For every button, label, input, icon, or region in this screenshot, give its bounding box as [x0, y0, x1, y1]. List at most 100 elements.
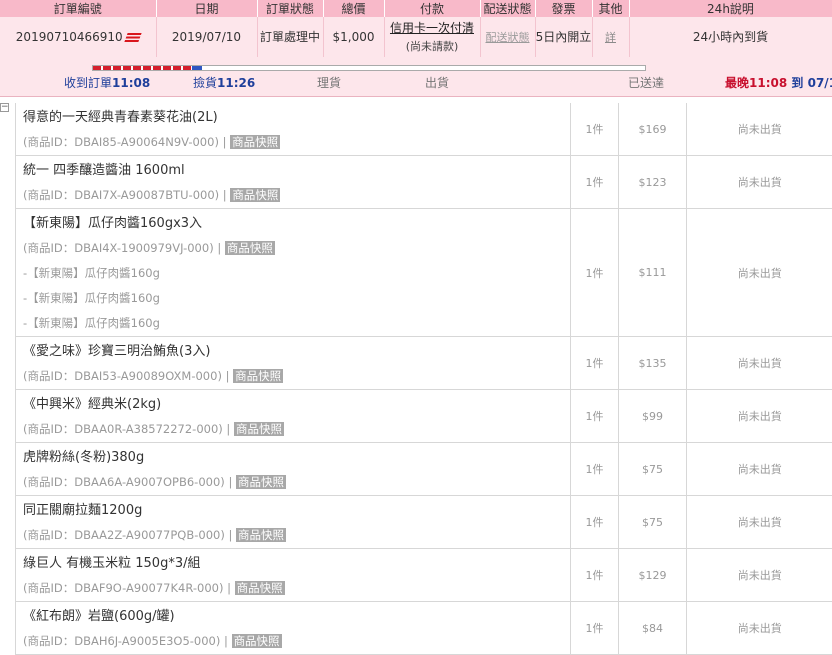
item-id: DBAF9O-A90077K4R-000: [74, 581, 219, 595]
item-ship-status: 尚未出貨: [687, 337, 832, 390]
detail-link[interactable]: 詳: [605, 31, 616, 44]
snapshot-link[interactable]: 商品快照: [230, 188, 280, 202]
item-price: $129: [619, 549, 687, 602]
snapshot-link[interactable]: 商品快照: [232, 634, 282, 648]
col-payment: 付款: [384, 0, 480, 17]
item-qty: 1件: [571, 496, 619, 549]
snapshot-link[interactable]: 商品快照: [235, 581, 285, 595]
progress-bar-marker: [192, 66, 202, 70]
item-id-prefix: (商品ID：: [23, 241, 74, 255]
item-info-cell: 《中興米》經典米(2kg) (商品ID：DBAA0R-A38572272-000…: [16, 390, 571, 443]
item-meta: (商品ID：DBAA6A-A9007OPB6-000) | 商品快照: [23, 469, 570, 495]
estimate-from: 11:08: [749, 76, 787, 90]
item-row: 同正關廟拉麵1200g (商品ID：DBAA2Z-A90077PQB-000) …: [16, 496, 832, 549]
item-row: 虎牌粉絲(冬粉)380g (商品ID：DBAA6A-A9007OPB6-000)…: [16, 443, 832, 496]
payment-note: (尚未請款): [385, 38, 480, 54]
item-row: 統一 四季釀造醬油 1600ml (商品ID：DBAI7X-A90087BTU-…: [16, 156, 832, 209]
item-meta: (商品ID：DBAA0R-A38572272-000) | 商品快照: [23, 416, 570, 442]
item-qty: 1件: [571, 337, 619, 390]
item-row: 綠巨人 有機玉米粒 150g*3/組 (商品ID：DBAF9O-A90077K4…: [16, 549, 832, 602]
item-meta: (商品ID：DBAI7X-A90087BTU-000) | 商品快照: [23, 182, 570, 208]
col-order-status: 訂單狀態: [257, 0, 323, 17]
item-price: $135: [619, 337, 687, 390]
item-id: DBAI85-A90064N9V-000: [74, 135, 214, 149]
item-id-prefix: (商品ID：: [23, 188, 74, 202]
bundle-sub-item: -【新東陽】瓜仔肉醬160g: [23, 311, 570, 336]
item-name: 同正關廟拉麵1200g: [23, 500, 570, 522]
shipping-cell: 配送狀態: [480, 17, 535, 57]
item-id-prefix: (商品ID：: [23, 528, 74, 542]
bundle-sub-item: -【新東陽】瓜仔肉醬160g: [23, 261, 570, 286]
item-info-cell: 【新東陽】瓜仔肉醬160gx3入 (商品ID：DBAI4X-1900979VJ-…: [16, 209, 571, 337]
item-id-prefix: (商品ID：: [23, 422, 74, 436]
item-qty: 1件: [571, 443, 619, 496]
item-ship-status: 尚未出貨: [687, 602, 832, 655]
item-meta-sep: |: [223, 581, 234, 595]
item-ship-status: 尚未出貨: [687, 443, 832, 496]
snapshot-link[interactable]: 商品快照: [236, 475, 286, 489]
col-invoice: 發票: [535, 0, 592, 17]
step-delivered: 已送達: [628, 74, 664, 91]
item-name: 得意的一天經典青春素葵花油(2L): [23, 107, 570, 129]
snapshot-link[interactable]: 商品快照: [234, 422, 284, 436]
step-sorting: 理貨: [317, 74, 341, 91]
step-received-time: 11:08: [112, 76, 150, 90]
item-row: 《中興米》經典米(2kg) (商品ID：DBAA0R-A38572272-000…: [16, 390, 832, 443]
invoice-status: 5日內開立: [535, 17, 592, 57]
item-id-prefix: (商品ID：: [23, 369, 74, 383]
item-info-cell: 同正關廟拉麵1200g (商品ID：DBAA2Z-A90077PQB-000) …: [16, 496, 571, 549]
item-row: 【新東陽】瓜仔肉醬160gx3入 (商品ID：DBAI4X-1900979VJ-…: [16, 209, 832, 337]
order-items-table: 得意的一天經典青春素葵花油(2L) (商品ID：DBAI85-A90064N9V…: [15, 103, 832, 655]
payment-method-link[interactable]: 信用卡一次付清: [385, 19, 480, 36]
order-number: 20190710466910: [16, 30, 123, 44]
step-picking-label: 撿貨: [193, 76, 217, 90]
col-date: 日期: [156, 0, 257, 17]
snapshot-link[interactable]: 商品快照: [230, 135, 280, 149]
item-price: $75: [619, 496, 687, 549]
snapshot-link[interactable]: 商品快照: [225, 241, 275, 255]
order-header-row: 訂單編號 日期 訂單狀態 總價 付款 配送狀態 發票 其他 24h說明: [0, 0, 832, 17]
item-ship-status: 尚未出貨: [687, 103, 832, 156]
item-qty: 1件: [571, 602, 619, 655]
order-progress: 收到訂單11:08 撿貨11:26 理貨 出貨 已送達 最晚11:08 到 07…: [0, 57, 832, 97]
item-info-cell: 得意的一天經典青春素葵花油(2L) (商品ID：DBAI85-A90064N9V…: [16, 103, 571, 156]
item-meta: (商品ID：DBAI53-A90089OXM-000) | 商品快照: [23, 363, 570, 389]
delivery-note: 24小時內到貨: [629, 17, 832, 57]
item-qty: 1件: [571, 549, 619, 602]
item-meta-sep: |: [223, 422, 234, 436]
order-date: 2019/07/10: [156, 17, 257, 57]
item-name: 【新東陽】瓜仔肉醬160gx3入: [23, 213, 570, 235]
order-header-table: 訂單編號 日期 訂單狀態 總價 付款 配送狀態 發票 其他 24h說明 2019…: [0, 0, 832, 58]
item-info-cell: 統一 四季釀造醬油 1600ml (商品ID：DBAI7X-A90087BTU-…: [16, 156, 571, 209]
item-meta-sep: |: [219, 135, 230, 149]
item-id: DBAI7X-A90087BTU-000: [74, 188, 214, 202]
other-cell: 詳: [592, 17, 629, 57]
item-price: $111: [619, 209, 687, 337]
col-shipping-status: 配送狀態: [480, 0, 535, 17]
item-info-cell: 《紅布朗》岩鹽(600g/罐) (商品ID：DBAH6J-A9005E3O5-0…: [16, 602, 571, 655]
item-row: 《愛之味》珍寶三明治鮪魚(3入) (商品ID：DBAI53-A90089OXM-…: [16, 337, 832, 390]
item-ship-status: 尚未出貨: [687, 496, 832, 549]
item-price: $84: [619, 602, 687, 655]
progress-bar-fill: [93, 66, 192, 70]
estimate-prefix: 最晚: [725, 76, 749, 90]
item-id: DBAI4X-1900979VJ-000: [74, 241, 209, 255]
item-ship-status: 尚未出貨: [687, 390, 832, 443]
item-id-prefix: (商品ID：: [23, 634, 74, 648]
item-name: 虎牌粉絲(冬粉)380g: [23, 447, 570, 469]
item-qty: 1件: [571, 390, 619, 443]
item-name: 《紅布朗》岩鹽(600g/罐): [23, 606, 570, 628]
item-id: DBAA6A-A9007OPB6-000: [74, 475, 220, 489]
collapse-toggle-icon[interactable]: −: [0, 103, 9, 112]
delivery-estimate: 最晚11:08 到 07/11: [725, 74, 832, 91]
snapshot-link[interactable]: 商品快照: [233, 369, 283, 383]
col-other: 其他: [592, 0, 629, 17]
snapshot-link[interactable]: 商品快照: [236, 528, 286, 542]
item-id-prefix: (商品ID：: [23, 581, 74, 595]
item-id-prefix: (商品ID：: [23, 135, 74, 149]
item-row: 《紅布朗》岩鹽(600g/罐) (商品ID：DBAH6J-A9005E3O5-0…: [16, 602, 832, 655]
shipping-status-link[interactable]: 配送狀態: [486, 31, 530, 44]
estimate-to: 07/11: [808, 76, 832, 90]
item-meta: (商品ID：DBAI85-A90064N9V-000) | 商品快照: [23, 129, 570, 155]
item-name: 《愛之味》珍寶三明治鮪魚(3入): [23, 341, 570, 363]
